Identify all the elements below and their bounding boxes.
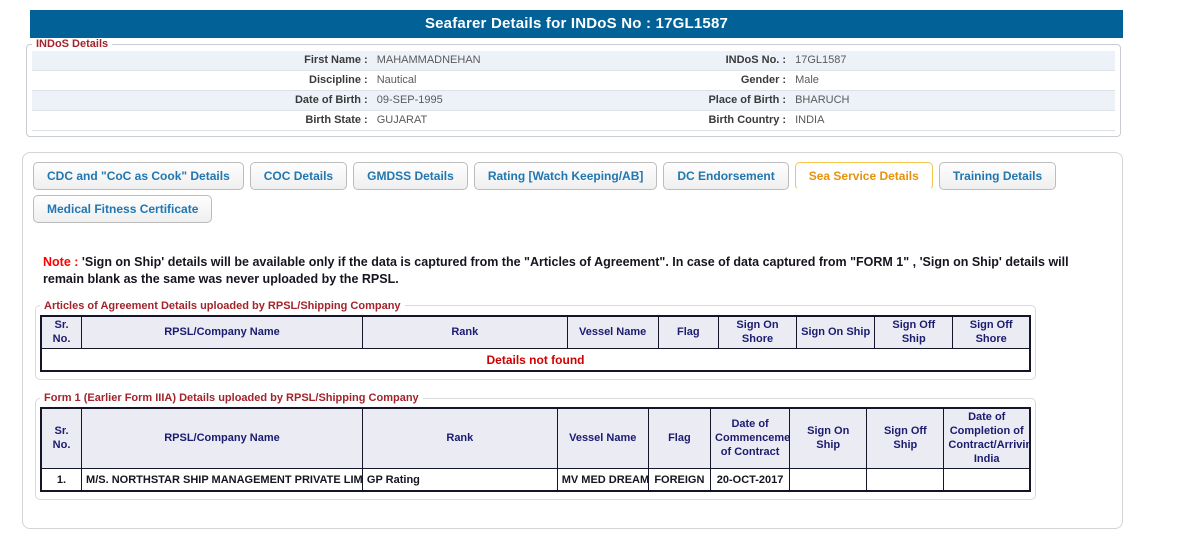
column-header: Flag — [648, 408, 710, 469]
field-value: GUJARAT — [368, 111, 615, 130]
field-value: INDIA — [786, 111, 1115, 130]
tab-training-details[interactable]: Training Details — [939, 162, 1056, 190]
field-value: 09-SEP-1995 — [368, 91, 615, 110]
column-header: Sign On Ship — [797, 316, 875, 349]
column-header: Sign Off Shore — [953, 316, 1030, 349]
note-text: Note : 'Sign on Ship' details will be av… — [43, 254, 1102, 288]
note-prefix: Note : — [43, 255, 78, 269]
table-header-row: Sr. No.RPSL/Company NameRankVessel NameF… — [41, 408, 1030, 469]
table-header-row: Sr. No.RPSL/Company NameRankVessel NameF… — [41, 316, 1030, 349]
column-header: Rank — [362, 316, 567, 349]
field-label: Gender : — [615, 71, 786, 90]
indos-details-legend: INDoS Details — [32, 38, 112, 50]
field-label: Birth State : — [32, 111, 368, 130]
column-header: Sign Off Ship — [867, 408, 944, 469]
field-value: MAHAMMADNEHAN — [368, 51, 615, 70]
column-header: Sr. No. — [41, 316, 82, 349]
field-label: Place of Birth : — [615, 91, 786, 110]
tab-medical-fitness-certificate[interactable]: Medical Fitness Certificate — [33, 195, 212, 223]
column-header: Rank — [362, 408, 557, 469]
field-label: Date of Birth : — [32, 91, 368, 110]
tab-gmdss-details[interactable]: GMDSS Details — [353, 162, 468, 190]
tab-row-2: Medical Fitness Certificate — [23, 195, 1122, 228]
field-value: Male — [786, 71, 1115, 90]
column-header: Vessel Name — [557, 408, 648, 469]
indos-detail-row: Birth State :GUJARATBirth Country :INDIA — [32, 111, 1115, 131]
column-header: RPSL/Company Name — [82, 408, 363, 469]
column-header: Flag — [658, 316, 718, 349]
column-header: Sign On Shore — [718, 316, 796, 349]
indos-detail-row: First Name :MAHAMMADNEHANINDoS No. :17GL… — [32, 51, 1115, 71]
indos-details-section: INDoS Details First Name :MAHAMMADNEHANI… — [26, 38, 1121, 137]
indos-rows: First Name :MAHAMMADNEHANINDoS No. :17GL… — [32, 51, 1115, 131]
field-value: Nautical — [368, 71, 615, 90]
column-header: Sign Off Ship — [875, 316, 953, 349]
column-header: Sign On Ship — [790, 408, 867, 469]
column-header: Vessel Name — [567, 316, 658, 349]
field-label: Discipline : — [32, 71, 368, 90]
tab-sea-service-details[interactable]: Sea Service Details — [795, 162, 933, 190]
empty-message-row: Details not found — [41, 349, 1030, 372]
column-header: Sr. No. — [41, 408, 82, 469]
tab-row-1: CDC and "CoC as Cook" DetailsCOC Details… — [23, 162, 1122, 195]
field-value: 17GL1587 — [786, 51, 1115, 70]
column-header: Date of Commencement of Contract — [711, 408, 790, 469]
tab-panel: CDC and "CoC as Cook" DetailsCOC Details… — [22, 152, 1123, 529]
column-header: RPSL/Company Name — [82, 316, 363, 349]
form1-table: Sr. No.RPSL/Company NameRankVessel NameF… — [40, 407, 1031, 492]
indos-detail-row: Discipline :NauticalGender :Male — [32, 71, 1115, 91]
tab-cdc-and-coc-as-cook-details[interactable]: CDC and "CoC as Cook" Details — [33, 162, 244, 190]
field-label: First Name : — [32, 51, 368, 70]
form1-section: Form 1 (Earlier Form IIIA) Details uploa… — [35, 392, 1036, 500]
field-value: BHARUCH — [786, 91, 1115, 110]
field-label: INDoS No. : — [615, 51, 786, 70]
tab-coc-details[interactable]: COC Details — [250, 162, 347, 190]
tab-rating-watch-keeping-ab[interactable]: Rating [Watch Keeping/AB] — [474, 162, 658, 190]
tab-dc-endorsement[interactable]: DC Endorsement — [663, 162, 788, 190]
field-label: Birth Country : — [615, 111, 786, 130]
note-body: 'Sign on Ship' details will be available… — [43, 255, 1069, 286]
form1-legend: Form 1 (Earlier Form IIIA) Details uploa… — [40, 392, 423, 404]
articles-of-agreement-legend: Articles of Agreement Details uploaded b… — [40, 300, 405, 312]
articles-of-agreement-section: Articles of Agreement Details uploaded b… — [35, 300, 1036, 381]
indos-detail-row: Date of Birth :09-SEP-1995Place of Birth… — [32, 91, 1115, 111]
column-header: Date of Completion of Contract/Arriving … — [944, 408, 1030, 469]
page-title: Seafarer Details for INDoS No : 17GL1587 — [30, 10, 1123, 38]
empty-message: Details not found — [41, 349, 1030, 372]
articles-of-agreement-table: Sr. No.RPSL/Company NameRankVessel NameF… — [40, 315, 1031, 373]
